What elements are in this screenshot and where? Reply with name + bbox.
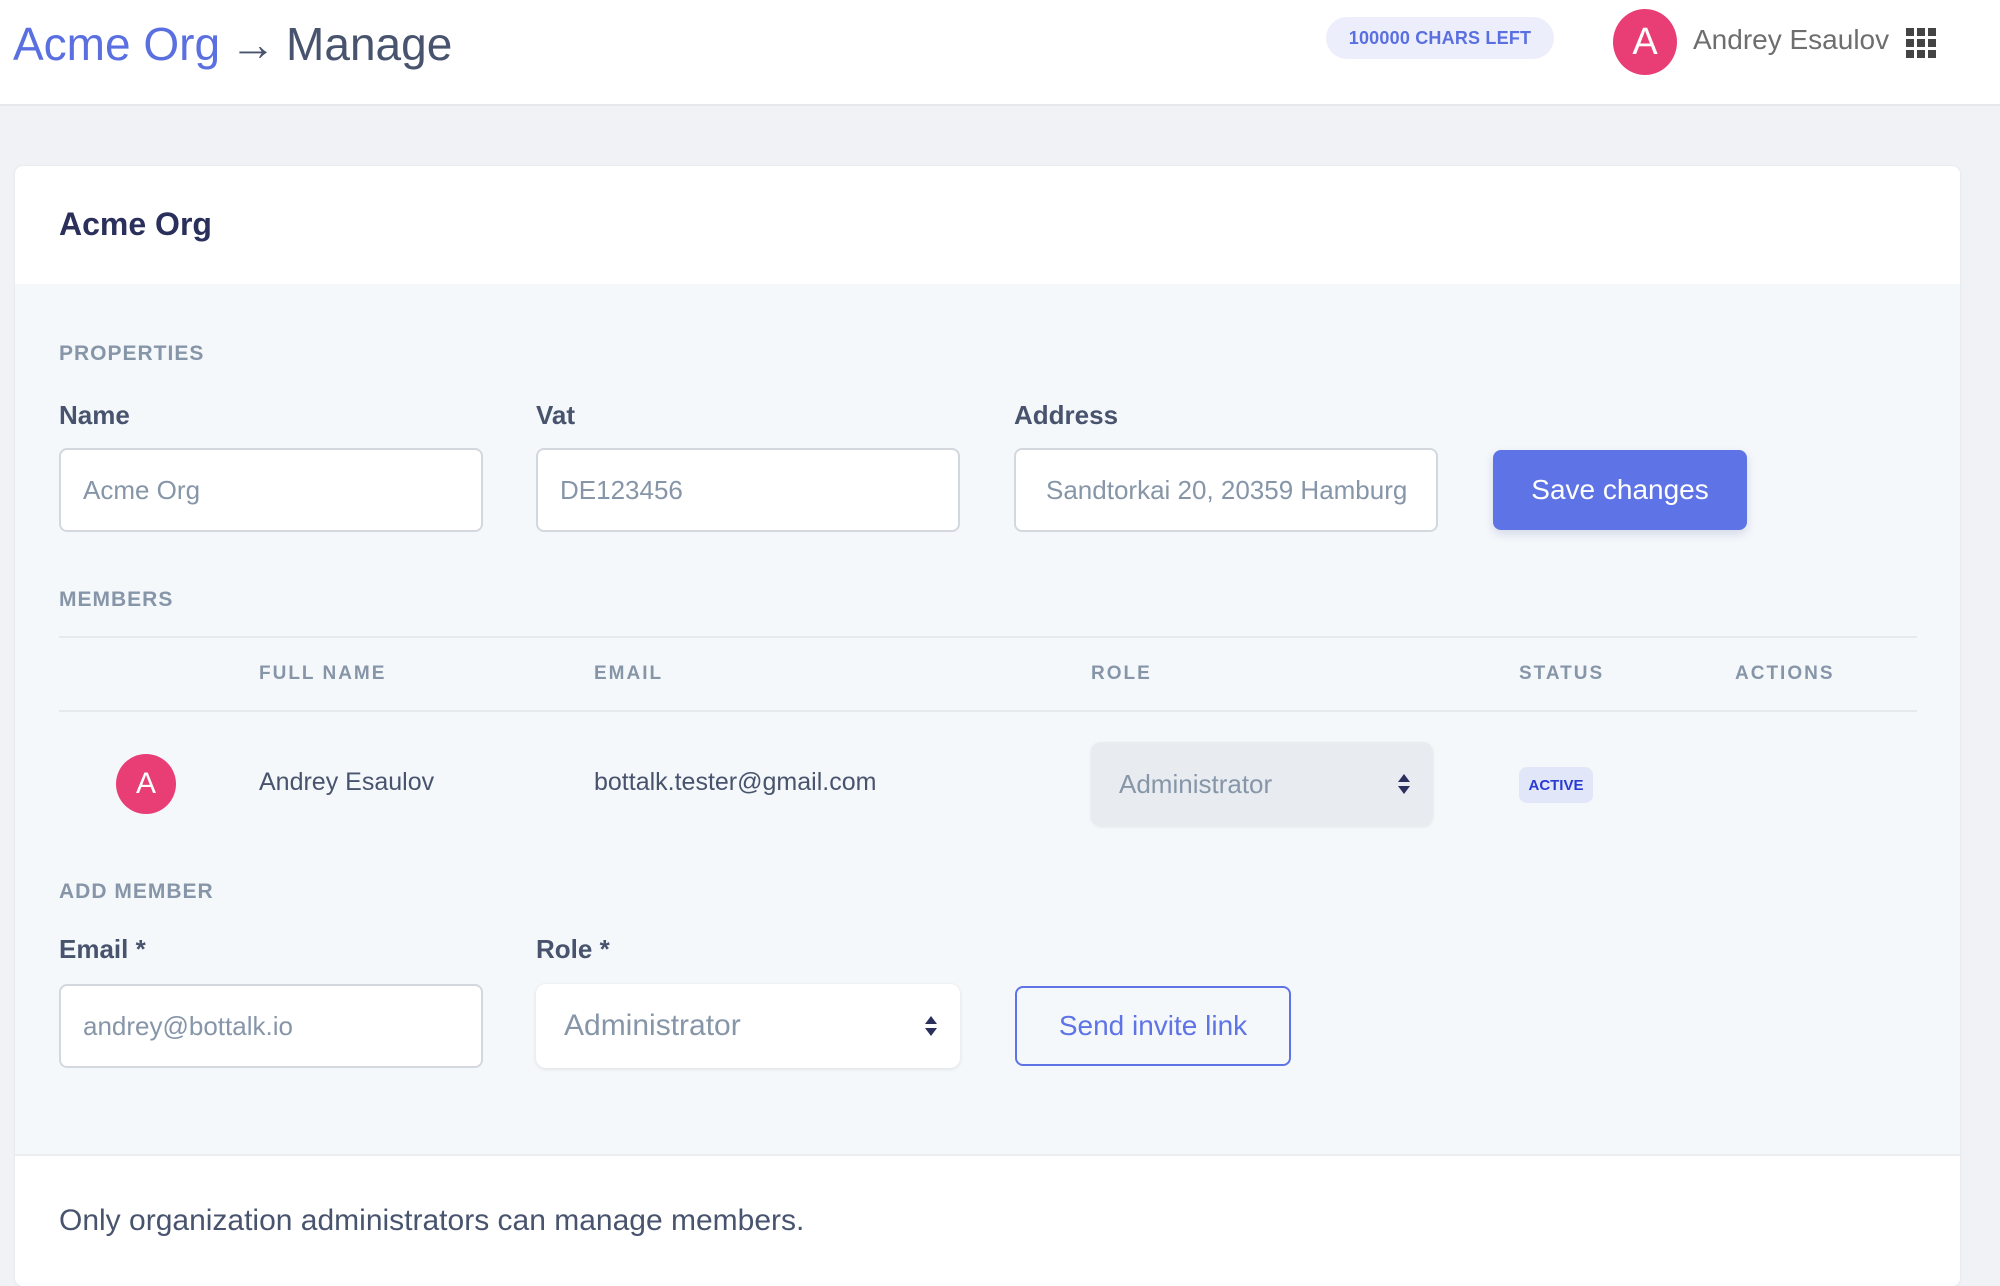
column-header-actions: ACTIONS xyxy=(1735,663,1835,684)
breadcrumb: Acme Org → Manage xyxy=(13,14,452,74)
add-member-section-label: ADD MEMBER xyxy=(59,880,214,903)
column-header-role: ROLE xyxy=(1091,663,1152,684)
vat-label: Vat xyxy=(536,400,576,430)
role-label: Role * xyxy=(536,934,610,964)
select-arrows-icon xyxy=(1398,774,1410,794)
member-role-value: Administrator xyxy=(1119,768,1273,799)
card-header: Acme Org xyxy=(15,166,1960,284)
grid-dot xyxy=(1917,28,1925,36)
table-row: A Andrey Esaulov bottalk.tester@gmail.co… xyxy=(59,712,1917,856)
member-full-name: Andrey Esaulov xyxy=(259,768,435,796)
admin-only-note: Only organization administrators can man… xyxy=(59,1204,805,1237)
column-header-status: STATUS xyxy=(1519,663,1605,684)
card-title: Acme Org xyxy=(59,206,212,242)
chars-left-badge: 100000 CHARS LEFT xyxy=(1326,17,1554,59)
members-section-label: MEMBERS xyxy=(59,588,174,611)
grid-apps-icon[interactable] xyxy=(1906,28,1938,60)
column-header-full-name: FULL NAME xyxy=(259,663,387,684)
member-email: bottalk.tester@gmail.com xyxy=(594,768,877,796)
save-changes-button[interactable]: Save changes xyxy=(1493,450,1747,530)
select-arrows-icon xyxy=(925,1016,937,1036)
name-label: Name xyxy=(59,400,130,430)
status-badge: ACTIVE xyxy=(1519,767,1593,803)
grid-dot xyxy=(1917,50,1925,58)
grid-dot xyxy=(1906,39,1914,47)
breadcrumb-arrow-icon: → xyxy=(230,18,277,70)
invite-role-select[interactable]: Administrator xyxy=(536,984,960,1068)
member-avatar: A xyxy=(116,754,176,814)
invite-email-input[interactable] xyxy=(59,984,483,1068)
invite-role-value: Administrator xyxy=(564,1009,741,1042)
breadcrumb-current: Manage xyxy=(286,18,453,70)
breadcrumb-org-link[interactable]: Acme Org xyxy=(13,18,220,70)
member-role-select[interactable]: Administrator xyxy=(1091,742,1433,826)
page-gutter xyxy=(1960,106,2000,1280)
address-label: Address xyxy=(1014,400,1119,430)
properties-section-label: PROPERTIES xyxy=(59,342,205,365)
grid-dot xyxy=(1906,50,1914,58)
grid-dot xyxy=(1928,28,1936,36)
grid-dot xyxy=(1917,39,1925,47)
org-manage-card: Acme Org PROPERTIES Name Vat Address Sav… xyxy=(15,166,1960,1286)
address-input[interactable] xyxy=(1014,448,1438,532)
user-avatar[interactable]: A xyxy=(1613,9,1677,75)
grid-dot xyxy=(1906,28,1914,36)
email-label: Email * xyxy=(59,934,146,964)
card-footer: Only organization administrators can man… xyxy=(15,1154,1960,1286)
vat-input[interactable] xyxy=(536,448,960,532)
user-name[interactable]: Andrey Esaulov xyxy=(1693,24,1889,56)
grid-dot xyxy=(1928,50,1936,58)
send-invite-link-button[interactable]: Send invite link xyxy=(1015,986,1291,1066)
name-input[interactable] xyxy=(59,448,483,532)
top-header: Acme Org → Manage 100000 CHARS LEFT A Andr… xyxy=(0,0,2000,106)
column-header-email: EMAIL xyxy=(594,663,664,684)
members-table: FULL NAME EMAIL ROLE STATUS ACTIONS A An… xyxy=(59,636,1917,856)
members-table-header: FULL NAME EMAIL ROLE STATUS ACTIONS xyxy=(59,636,1917,712)
grid-dot xyxy=(1928,39,1936,47)
